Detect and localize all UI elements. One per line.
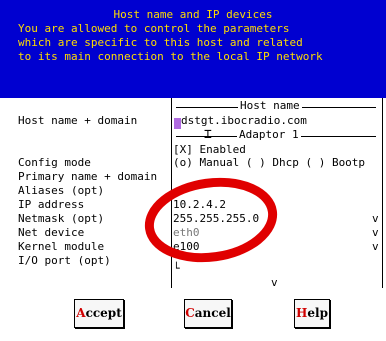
annotation-ellipse	[144, 177, 278, 263]
dialog-window: Host name and IP devices You are allowed…	[0, 0, 386, 341]
